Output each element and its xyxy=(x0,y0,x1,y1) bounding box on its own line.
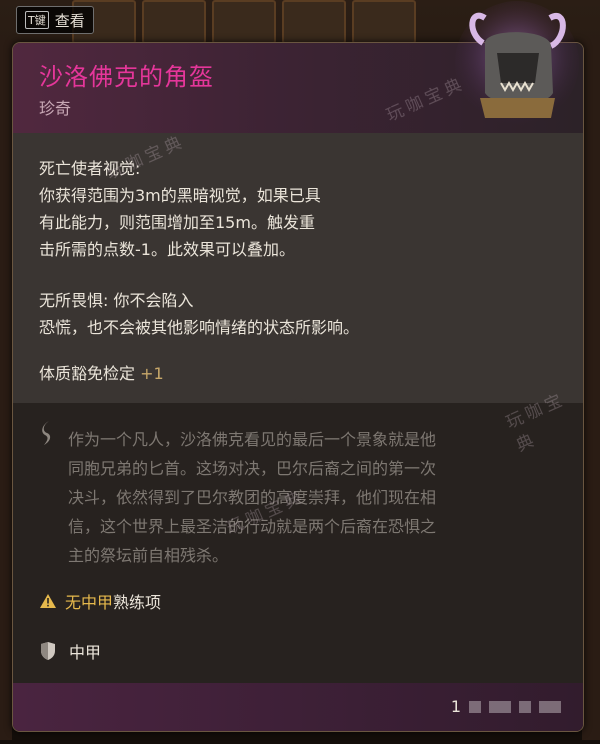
proficiency-missing: 无中甲 xyxy=(65,593,114,612)
item-value: 1 xyxy=(451,697,561,716)
blurred-text xyxy=(469,700,481,713)
inspect-key-hint[interactable]: T键 查看 xyxy=(16,6,94,34)
blurred-text xyxy=(489,700,511,713)
warning-icon xyxy=(40,594,56,608)
property-darkvision: 死亡使者视觉: 你获得范围为3m的黑暗视觉，如果已具 有此能力，则范围增加至15… xyxy=(39,155,459,263)
proficiency-label: 熟练项 xyxy=(113,593,162,612)
property-title: 无所畏惧: 你不会陷入 xyxy=(39,291,194,310)
background-panel-right xyxy=(582,40,600,740)
key-cap: T键 xyxy=(25,11,49,29)
property-line: 你获得范围为3m的黑暗视觉，如果已具 xyxy=(39,186,321,205)
lore-line: 同胞兄弟的匕首。这场对决，巴尔后裔之间的第一次 xyxy=(68,459,437,478)
armor-type-label: 中甲 xyxy=(69,643,102,662)
price-digit: 1 xyxy=(450,697,461,716)
item-tooltip: 沙洛佛克的角盔 珍奇 死亡使者视觉: 你获得范围为3m的黑暗视觉，如果已具 有此… xyxy=(12,42,584,732)
lore-line: 决斗，依然得到了巴尔教团的高度崇拜，他们现在相 xyxy=(68,488,437,507)
key-action-label: 查看 xyxy=(54,11,85,30)
lore-line: 主的祭坛前自相残杀。 xyxy=(68,546,229,565)
lore-text: 作为一个凡人，沙洛佛克看见的最后一个景象就是他 同胞兄弟的匕首。这场对决，巴尔后… xyxy=(68,425,558,570)
blurred-text xyxy=(519,700,531,713)
inventory-slot[interactable] xyxy=(352,0,416,44)
saving-throw-label: 体质豁免检定 xyxy=(39,364,136,383)
lore-line: 作为一个凡人，沙洛佛克看见的最后一个景象就是他 xyxy=(68,430,437,449)
blurred-text xyxy=(539,700,561,713)
property-line: 恐慌，也不会被其他影响情绪的状态所影响。 xyxy=(39,318,360,337)
inventory-slot[interactable] xyxy=(282,0,346,44)
horned-helmet-icon xyxy=(455,1,579,125)
item-name: 沙洛佛克的角盔 xyxy=(39,63,214,91)
proficiency-warning: 无中甲熟练项 xyxy=(39,589,161,613)
inventory-slot[interactable] xyxy=(212,0,276,44)
quill-icon xyxy=(42,421,51,445)
property-line: 有此能力，则范围增加至15m。触发重 xyxy=(39,213,315,232)
item-rarity: 珍奇 xyxy=(39,99,72,118)
inventory-slot[interactable] xyxy=(142,0,206,44)
shield-icon xyxy=(41,642,55,660)
saving-throw-bonus: 体质豁免检定 +1 xyxy=(39,360,164,384)
armor-type: 中甲 xyxy=(39,639,101,663)
property-fearless: 无所畏惧: 你不会陷入 恐慌，也不会被其他影响情绪的状态所影响。 xyxy=(39,287,519,341)
property-line: 击所需的点数-1。此效果可以叠加。 xyxy=(39,240,295,259)
lore-line: 信，这个世界上最圣洁的行动就是两个后裔在恐惧之 xyxy=(68,517,437,536)
property-title: 死亡使者视觉: xyxy=(39,159,141,178)
tooltip-footer: 1 xyxy=(13,683,583,731)
background-panel-left xyxy=(0,40,12,740)
saving-throw-value: +1 xyxy=(140,364,164,383)
